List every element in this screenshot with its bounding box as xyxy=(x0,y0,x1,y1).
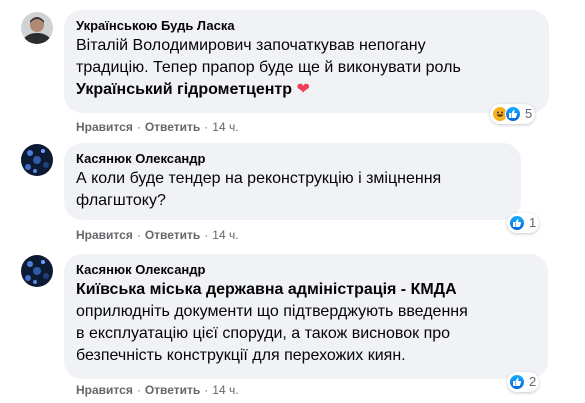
separator: · xyxy=(136,383,141,397)
reply-button[interactable]: Ответить xyxy=(145,228,200,242)
comment-actions: Нравится · Ответить · 14 ч. xyxy=(76,227,239,243)
reaction-count: 1 xyxy=(529,215,537,230)
comment-author[interactable]: Касянюк Олександр xyxy=(76,262,536,278)
like-icon xyxy=(509,374,525,390)
avatar[interactable] xyxy=(21,12,53,44)
reaction-count: 5 xyxy=(525,106,533,121)
comment-author[interactable]: Українською Будь Ласка xyxy=(76,18,537,34)
comment-text: Київська міська державна адміністрація -… xyxy=(76,281,468,364)
avatar[interactable] xyxy=(21,255,53,287)
reactions-summary[interactable]: 1 xyxy=(507,213,540,233)
reply-button[interactable]: Ответить xyxy=(145,120,200,134)
timestamp[interactable]: 14 ч. xyxy=(212,120,238,134)
comment-actions: Нравится · Ответить · 14 ч. xyxy=(76,382,239,398)
separator: · xyxy=(136,120,141,134)
comment-actions: Нравится · Ответить · 14 ч. xyxy=(76,119,239,135)
separator: · xyxy=(136,228,141,242)
like-icon xyxy=(509,215,525,231)
reply-button[interactable]: Ответить xyxy=(145,383,200,397)
reactions-summary[interactable]: 5 xyxy=(490,104,536,124)
comment-bubble: Українською Будь Ласка Віталій Володимир… xyxy=(64,10,549,113)
timestamp[interactable]: 14 ч. xyxy=(212,383,238,397)
like-icon xyxy=(505,106,521,122)
separator: · xyxy=(204,228,209,242)
comment-author[interactable]: Касянюк Олександр xyxy=(76,151,509,167)
comment-bubble: Касянюк Олександр Київська міська держав… xyxy=(64,254,548,379)
comment-text: А коли буде тендер на реконструкцію і зм… xyxy=(76,170,442,209)
reactions-summary[interactable]: 2 xyxy=(507,372,540,392)
separator: · xyxy=(204,383,209,397)
mention-link[interactable]: Український гідрометцентр xyxy=(76,81,292,98)
timestamp[interactable]: 14 ч. xyxy=(212,228,238,242)
comment-text: Віталій Володимирович започаткував непог… xyxy=(76,37,461,98)
avatar[interactable] xyxy=(21,144,53,176)
heart-emoji: ❤ xyxy=(296,81,310,98)
reaction-count: 2 xyxy=(529,374,537,389)
comment-bubble: Касянюк Олександр А коли буде тендер на … xyxy=(64,143,521,220)
like-button[interactable]: Нравится xyxy=(76,228,133,242)
like-button[interactable]: Нравится xyxy=(76,120,133,134)
like-button[interactable]: Нравится xyxy=(76,383,133,397)
separator: · xyxy=(204,120,209,134)
mention-link[interactable]: Київська міська державна адміністрація -… xyxy=(76,281,457,298)
